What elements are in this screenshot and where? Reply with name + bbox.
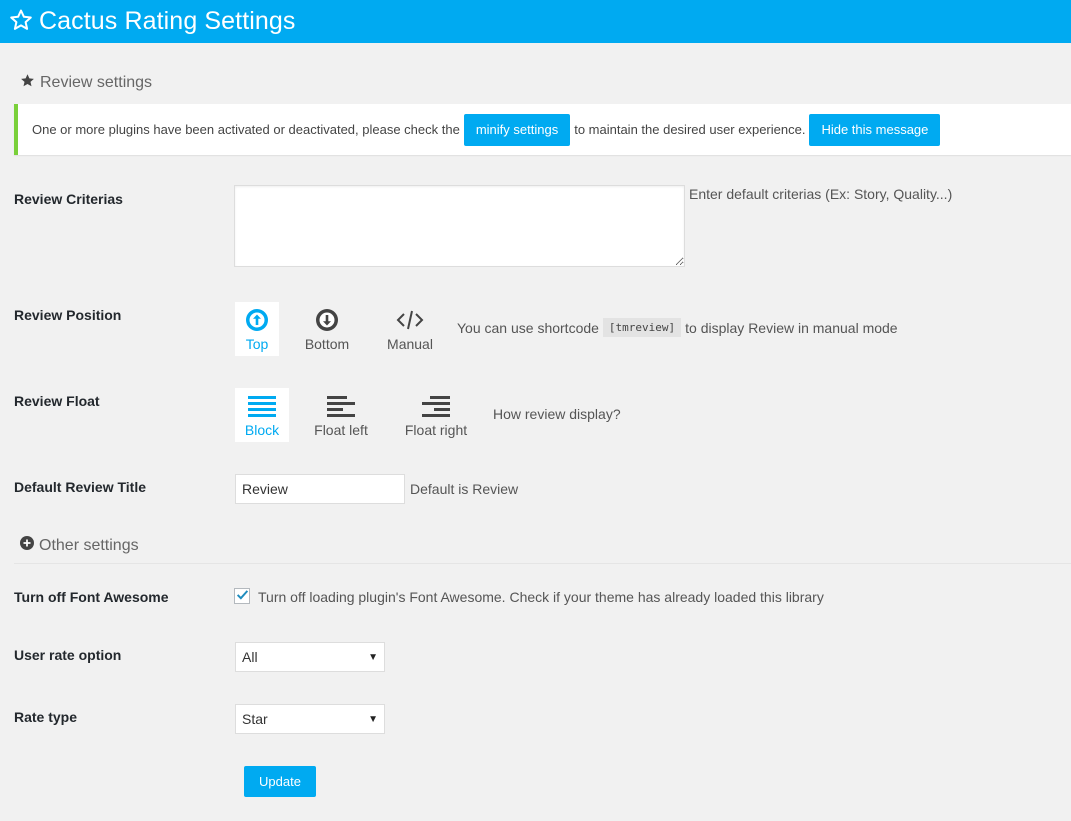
font-awesome-label: Turn off Font Awesome — [14, 589, 169, 605]
caret-down-icon: ▼ — [368, 713, 378, 725]
arrow-circle-down-icon — [315, 302, 339, 332]
criterias-textarea[interactable] — [234, 185, 685, 267]
position-help-after: to display Review in manual mode — [685, 319, 898, 336]
rate-type-label: Rate type — [14, 709, 78, 725]
section-divider — [14, 563, 1071, 564]
hide-message-button[interactable]: Hide this message — [809, 113, 941, 146]
notice-text-after: to maintain the desired user experience. — [574, 122, 806, 137]
user-rate-select[interactable]: All ▼ — [235, 642, 385, 672]
align-justify-icon — [248, 388, 276, 418]
default-title-label: Default Review Title — [14, 479, 147, 495]
position-option-label: Manual — [387, 336, 433, 352]
star-icon — [20, 73, 40, 93]
user-rate-label: User rate option — [14, 647, 122, 663]
review-settings-title: Review settings — [40, 74, 153, 91]
position-label: Review Position — [14, 307, 122, 323]
shortcode: [tmreview] — [602, 318, 682, 337]
arrow-circle-up-icon — [245, 302, 269, 332]
rate-type-select[interactable]: Star ▼ — [235, 704, 385, 734]
caret-down-icon: ▼ — [368, 651, 378, 663]
align-left-icon — [327, 388, 355, 418]
float-help: How review display? — [493, 406, 621, 422]
float-label: Review Float — [14, 393, 100, 409]
float-option-right[interactable]: Float right — [398, 388, 474, 442]
position-help-before: You can use shortcode — [457, 319, 599, 336]
rate-type-value: Star — [242, 711, 268, 727]
page-header: Cactus Rating Settings — [0, 0, 1071, 43]
align-right-icon — [422, 388, 450, 418]
float-option-block[interactable]: Block — [235, 388, 289, 442]
default-title-input[interactable] — [235, 474, 405, 504]
float-option-left[interactable]: Float left — [307, 388, 375, 442]
update-button[interactable]: Update — [244, 766, 316, 797]
minify-settings-button[interactable]: minify settings — [463, 113, 571, 146]
position-option-bottom[interactable]: Bottom — [297, 302, 357, 356]
float-option-label: Block — [244, 422, 280, 438]
criterias-label: Review Criterias — [14, 191, 123, 207]
plus-circle-icon — [20, 536, 39, 555]
font-awesome-text: Turn off loading plugin's Font Awesome. … — [258, 589, 824, 605]
default-title-help: Default is Review — [410, 481, 519, 497]
position-help: You can use shortcode [tmreview] to disp… — [457, 318, 898, 337]
float-option-label: Float left — [314, 422, 368, 438]
font-awesome-checkbox[interactable] — [234, 588, 250, 604]
checkmark-icon — [236, 588, 249, 604]
page-title: Cactus Rating Settings — [39, 7, 296, 35]
other-settings-heading[interactable]: Other settings — [20, 536, 139, 555]
position-option-label: Top — [245, 336, 269, 352]
position-option-top[interactable]: Top — [235, 302, 279, 356]
user-rate-value: All — [242, 649, 258, 665]
code-icon — [395, 302, 425, 332]
review-settings-heading: Review settings — [20, 73, 152, 93]
star-outline-icon — [9, 8, 33, 35]
other-settings-title: Other settings — [39, 536, 139, 554]
notice-text-before: One or more plugins have been activated … — [32, 122, 460, 137]
position-option-label: Bottom — [304, 336, 350, 352]
criterias-help: Enter default criterias (Ex: Story, Qual… — [689, 186, 953, 202]
plugin-notice: One or more plugins have been activated … — [14, 104, 1071, 155]
float-option-label: Float right — [404, 422, 468, 438]
position-option-manual[interactable]: Manual — [379, 302, 441, 356]
